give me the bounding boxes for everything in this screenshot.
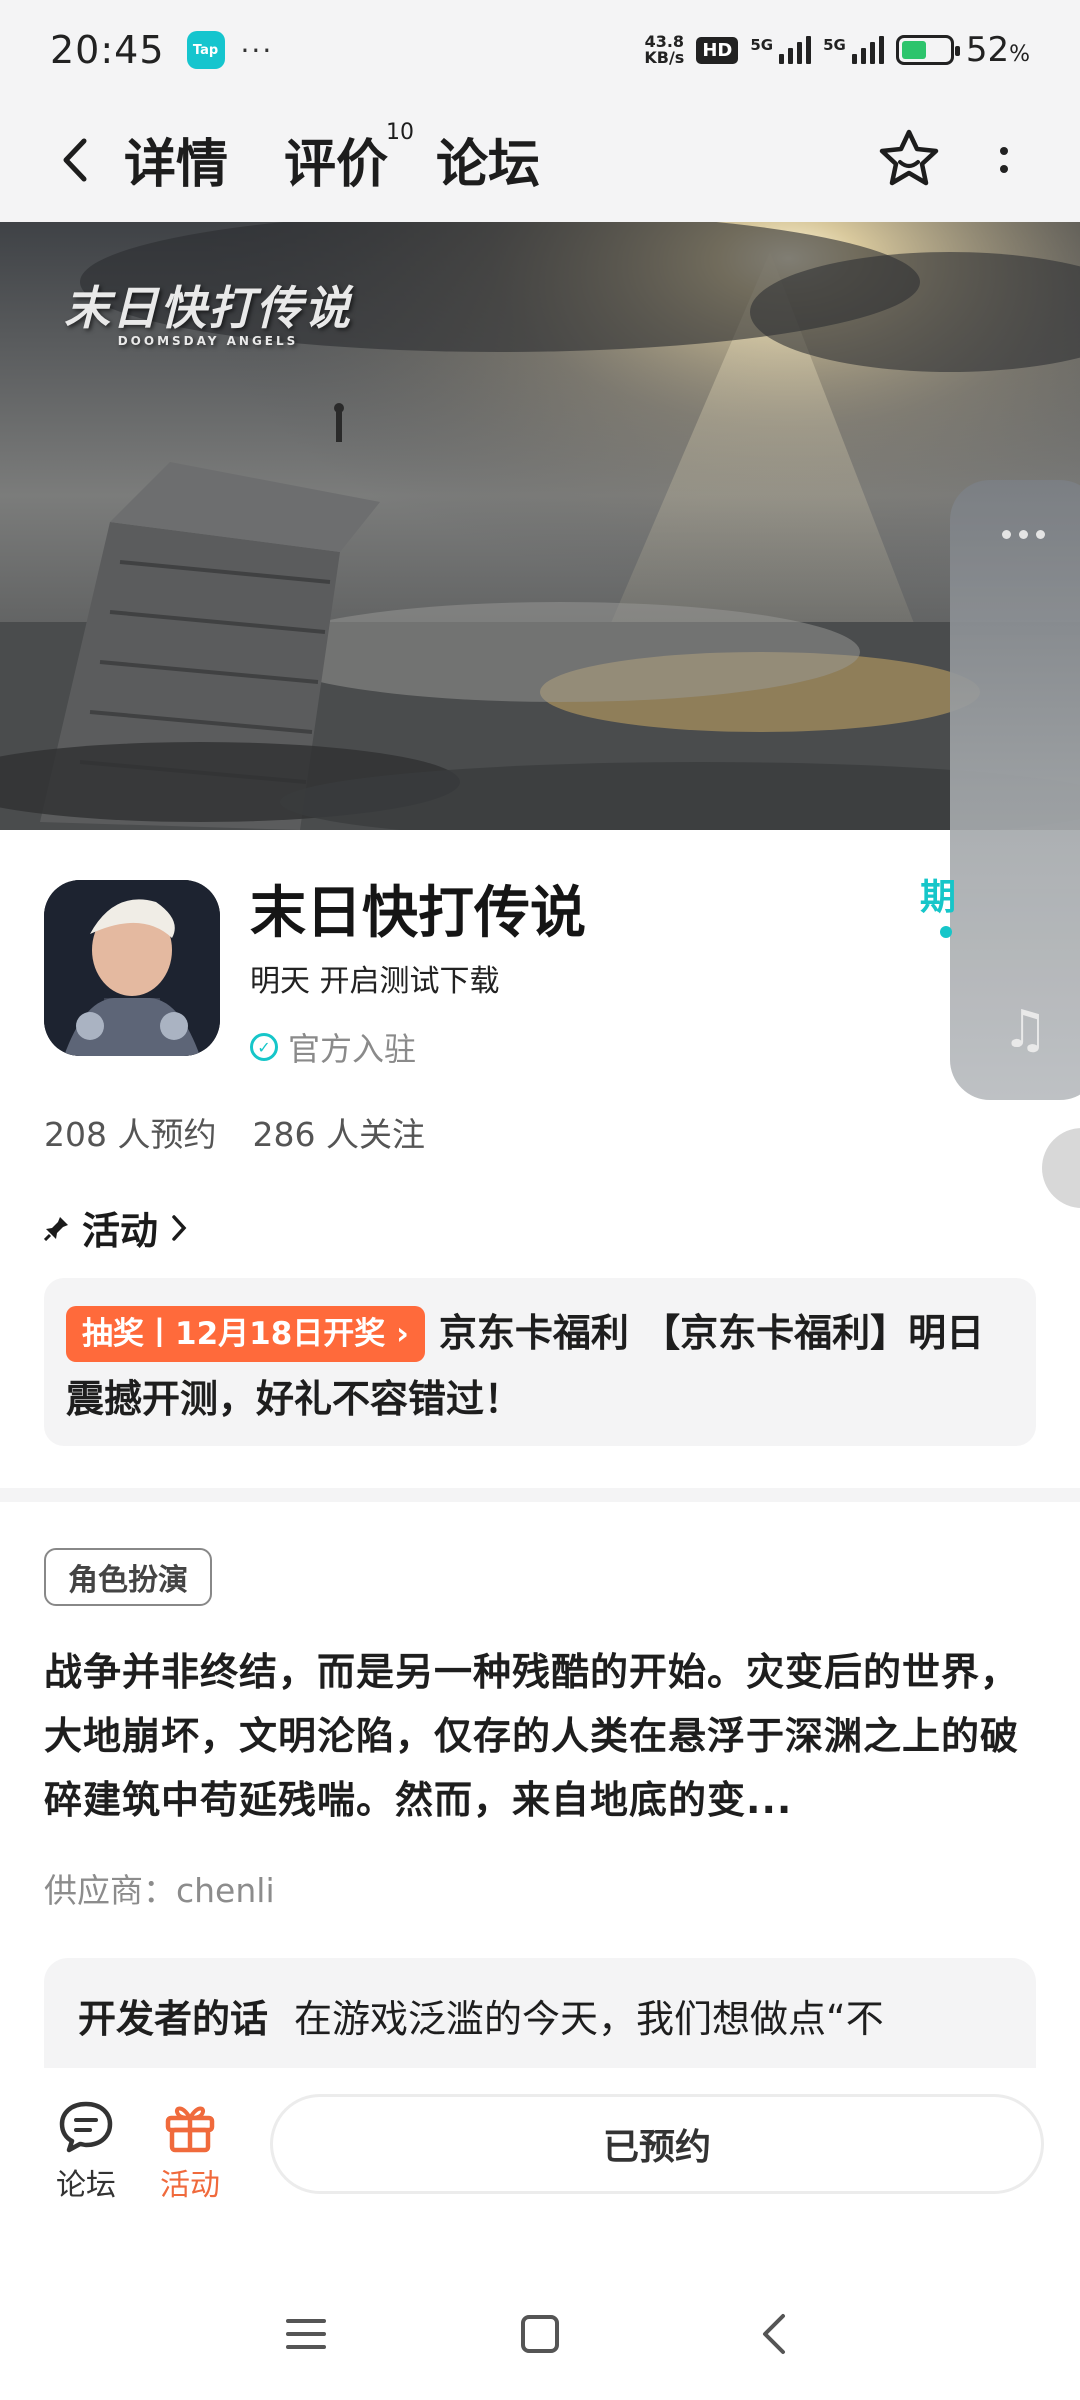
official-badge: ✓ 官方入驻 (250, 1024, 416, 1070)
activity-title: 活动 (82, 1209, 159, 1253)
release-info: 明天 开启测试下载 (250, 964, 500, 999)
follower-count: 286 人关注 (252, 1115, 425, 1154)
top-navigation: 详情 评价 10 论坛 (0, 100, 1080, 222)
tab-forum[interactable]: 论坛 (436, 122, 540, 197)
genre-tag[interactable]: 角色扮演 (44, 1548, 212, 1606)
developer-notes[interactable]: 开发者的话 在游戏泛滥的今天，我们想做点“不 (44, 1958, 1036, 2068)
game-icon (44, 880, 220, 1056)
status-indicators: 43.8 KB/s HD 5G 5G 52% (644, 30, 1030, 70)
game-avatar-artwork (44, 880, 220, 1056)
section-divider (0, 1488, 1080, 1502)
tab-forum-label: 论坛 (436, 135, 541, 195)
menu-button[interactable] (266, 2268, 346, 2400)
pin-icon (44, 1216, 68, 1241)
home-button[interactable] (500, 2268, 580, 2400)
system-back-button[interactable] (734, 2268, 814, 2400)
partial-label: 期 (920, 877, 957, 918)
more-notifications-icon: ··· (240, 33, 274, 67)
tab-reviews[interactable]: 评价 10 (284, 120, 414, 197)
floating-widget[interactable]: ♫ (950, 480, 1080, 1100)
hd-icon: HD (696, 36, 739, 64)
game-title: 末日快打传说 (250, 881, 586, 946)
tap-app-icon: Tap (186, 31, 225, 69)
more-options-button[interactable] (984, 130, 1024, 190)
indicator-dot (940, 926, 952, 938)
back-button[interactable] (50, 130, 100, 190)
favorite-button[interactable] (876, 126, 942, 192)
banner-logo: 末日快打传说 DOOMSDAY ANGELS (64, 281, 352, 348)
official-label: 官方入驻 (288, 1030, 417, 1068)
system-navigation-bar (0, 2268, 1080, 2400)
chat-bubble-icon (59, 2101, 113, 2153)
developer-notes-text: 在游戏泛滥的今天，我们想做点“不 (294, 1997, 884, 2041)
developer-notes-title: 开发者的话 (78, 1997, 269, 2041)
lottery-tag: 抽奖丨12月18日开奖 › (66, 1306, 425, 1362)
menu-icon (286, 2319, 326, 2349)
music-off-icon[interactable]: ♫ (1002, 1000, 1049, 1060)
game-description[interactable]: 战争并非终结，而是另一种残酷的开始。灾变后的世界，大地崩坏，文明沦陷，仅存的人类… (44, 1640, 1040, 1832)
supplier-info: 供应商：chenli (44, 1871, 275, 1910)
floating-handle[interactable] (1042, 1128, 1080, 1208)
tab-details[interactable]: 详情 (122, 122, 236, 203)
activity-button[interactable]: 活动 (140, 2098, 240, 2204)
chevron-left-icon (63, 138, 87, 182)
network-speed: 43.8 KB/s (644, 34, 684, 66)
network-speed-unit: KB/s (644, 48, 685, 67)
tab-details-label: 详情 (124, 135, 229, 195)
back-arrow-icon (763, 2314, 785, 2354)
activity-label: 活动 (160, 2168, 220, 2203)
star-icon (879, 129, 939, 186)
network-type-label-2: 5G (823, 36, 846, 54)
network-type-label: 5G (750, 36, 774, 54)
chevron-right-icon (172, 1214, 187, 1241)
activity-header[interactable]: 活动 (44, 1200, 188, 1255)
signal-icon-2: 5G (823, 36, 884, 64)
reviews-count-badge: 10 (386, 120, 415, 145)
game-stats: 208 人预约 286 人关注 (44, 1108, 425, 1156)
battery-icon (895, 35, 960, 65)
tab-reviews-label: 评价 (284, 135, 389, 195)
forum-label: 论坛 (56, 2168, 116, 2203)
reservation-count: 208 人预约 (44, 1115, 217, 1154)
status-time: 20:45 (50, 28, 165, 72)
reserved-button[interactable]: 已预约 (270, 2094, 1044, 2194)
check-circle-icon: ✓ (250, 1033, 278, 1061)
activity-card[interactable]: 抽奖丨12月18日开奖 › 京东卡福利 【京东卡福利】明日震撼开测，好礼不容错过！ (44, 1278, 1036, 1446)
signal-icon: 5G (750, 36, 812, 64)
more-dot-icon (1000, 147, 1008, 155)
forum-button[interactable]: 论坛 (36, 2098, 136, 2204)
more-horizontal-icon[interactable] (1002, 530, 1045, 539)
home-square-icon (521, 2315, 559, 2353)
battery-percentage: 52% (965, 30, 1030, 70)
gift-icon (165, 2106, 215, 2153)
game-banner[interactable]: 末日快打传说 DOOMSDAY ANGELS (0, 222, 1080, 830)
status-bar: 20:45 Tap ··· 43.8 KB/s HD 5G 5G 52% (0, 0, 1080, 100)
